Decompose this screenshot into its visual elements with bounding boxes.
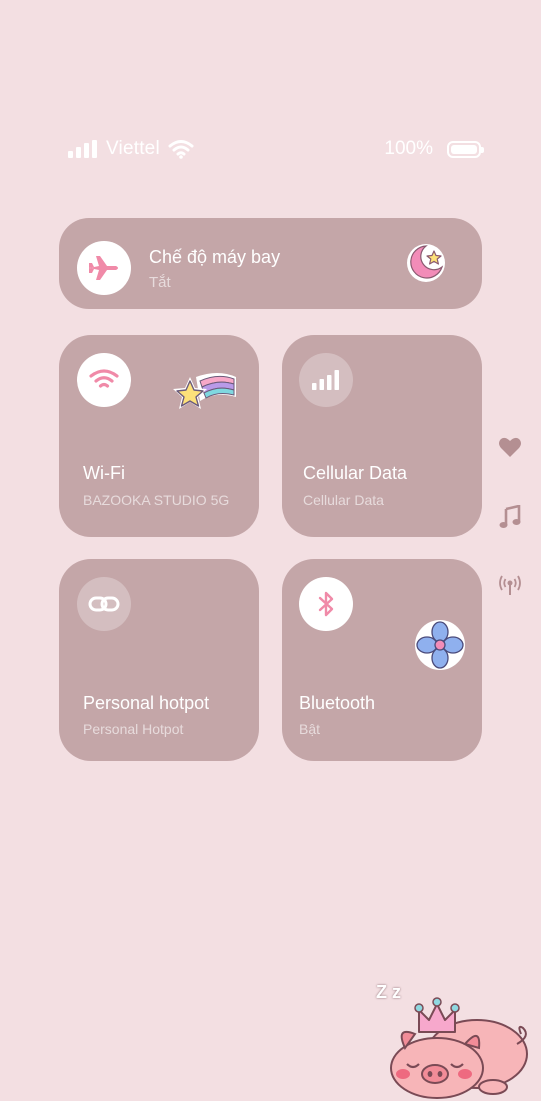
moon-star-sticker <box>407 244 445 282</box>
sleeping-pig-sticker <box>390 997 528 1099</box>
wifi-icon <box>89 369 119 388</box>
personal-hotspot-toggle[interactable] <box>77 577 131 631</box>
bluetooth-icon <box>318 591 334 617</box>
cellular-data-title: Cellular Data <box>303 463 408 483</box>
status-bar-right: 100% <box>384 138 484 160</box>
airplane-mode-toggle[interactable] <box>77 241 131 295</box>
wifi-title: Wi-Fi <box>83 463 125 483</box>
carrier-name: Viettel <box>106 138 160 159</box>
cellular-data-toggle[interactable] <box>299 353 353 407</box>
signal-icon <box>68 140 97 158</box>
heart-icon[interactable] <box>498 436 522 458</box>
status-bar-left: Viettel <box>68 138 194 160</box>
bluetooth-tile[interactable]: Bluetooth Bật <box>282 559 482 761</box>
bluetooth-status: Bật <box>299 721 321 737</box>
personal-hotspot-title: Personal hotpot <box>83 693 210 713</box>
airplane-icon <box>89 256 118 280</box>
music-note-icon[interactable] <box>499 505 521 529</box>
wifi-network-name: BAZOOKA STUDIO 5G <box>83 492 230 508</box>
airplane-mode-title: Chế độ máy bay <box>149 247 281 267</box>
wifi-toggle[interactable] <box>77 353 131 407</box>
bluetooth-toggle[interactable] <box>299 577 353 631</box>
shooting-star-sticker <box>173 373 236 409</box>
airplane-mode-status: Tắt <box>149 274 171 291</box>
battery-percent: 100% <box>384 138 433 159</box>
personal-hotspot-tile[interactable]: Personal hotpot Personal Hotpot <box>59 559 259 761</box>
bluetooth-title: Bluetooth <box>299 693 376 713</box>
broadcast-icon[interactable] <box>498 574 522 596</box>
wifi-icon <box>168 140 194 159</box>
cellular-data-tile[interactable]: Cellular Data Cellular Data <box>282 335 482 537</box>
personal-hotspot-subtitle: Personal Hotpot <box>83 721 184 737</box>
link-icon <box>88 596 120 612</box>
flower-sticker <box>415 620 465 670</box>
battery-fill <box>451 144 477 154</box>
cellular-bars-icon <box>312 370 339 390</box>
wifi-tile[interactable]: Wi-Fi BAZOOKA STUDIO 5G <box>59 335 259 537</box>
cellular-data-subtitle: Cellular Data <box>303 492 384 508</box>
airplane-mode-tile[interactable]: Chế độ máy bay Tắt <box>59 218 482 309</box>
battery-icon <box>447 140 484 158</box>
